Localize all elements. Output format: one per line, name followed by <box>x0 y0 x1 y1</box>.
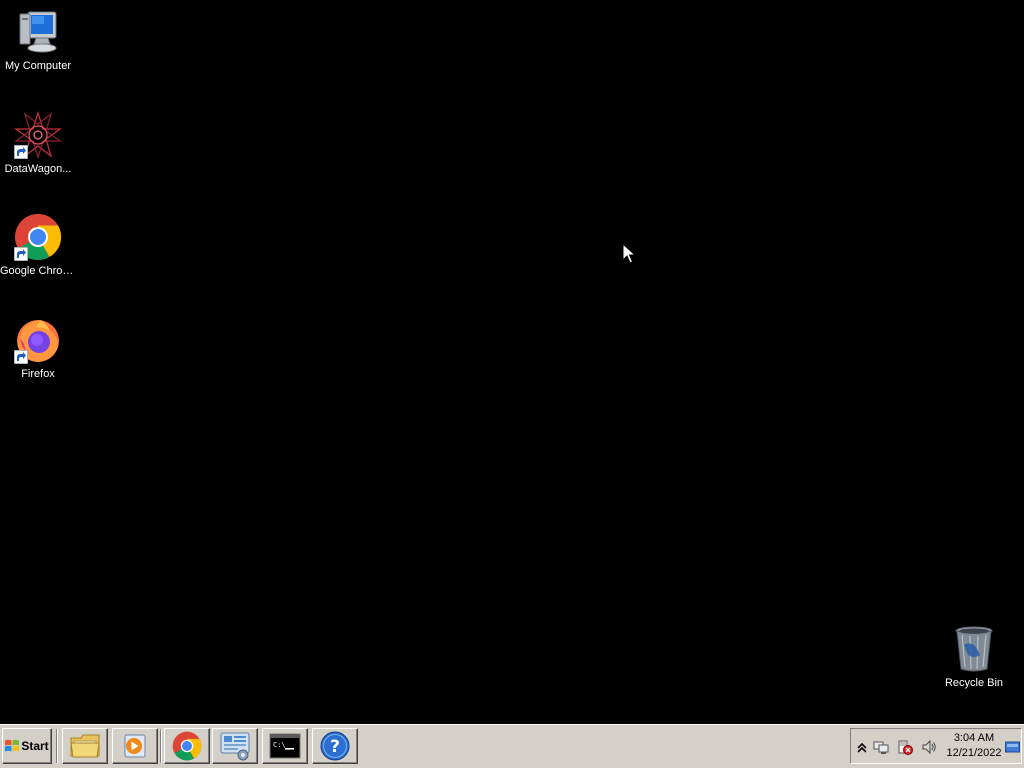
taskbar-button-help[interactable]: ? <box>312 728 358 764</box>
show-desktop-icon[interactable] <box>1005 739 1020 755</box>
taskbar-button-file-explorer[interactable] <box>62 728 108 764</box>
taskbar-separator <box>160 729 162 763</box>
chrome-icon <box>14 213 62 261</box>
taskbar-separator <box>56 729 58 763</box>
system-clock[interactable]: 3:04 AM 12/21/2022 <box>943 731 1005 761</box>
svg-text:?: ? <box>330 737 340 757</box>
start-label: Start <box>21 739 49 753</box>
desktop-icon-recycle-bin[interactable]: Recycle Bin <box>936 625 1012 690</box>
clock-date: 12/21/2022 <box>946 747 1002 759</box>
desktop-icon-my-computer[interactable]: My Computer <box>0 8 76 73</box>
desktop-icon-datawagon[interactable]: DataWagon... <box>0 110 76 176</box>
desktop-icon-label: DataWagon... <box>4 163 72 175</box>
taskbar-button-google-chrome[interactable] <box>164 728 210 764</box>
start-button[interactable]: Start <box>2 728 52 764</box>
shortcut-arrow-icon <box>14 145 28 159</box>
svg-text:C:\: C:\ <box>273 741 286 749</box>
media-player-icon <box>124 734 146 758</box>
desktop-icon-label: Firefox <box>21 368 55 380</box>
desktop-icon-firefox[interactable]: Firefox <box>0 316 76 381</box>
mouse-cursor-icon <box>622 243 636 264</box>
my-computer-icon <box>14 8 62 56</box>
help-icon: ? <box>320 731 350 761</box>
taskbar-button-server-manager[interactable] <box>212 728 258 764</box>
desktop-icon-label: Recycle Bin <box>944 677 1004 689</box>
command-prompt-icon: C:\ <box>269 733 301 759</box>
desktop-icon-label: Google Chrome <box>0 265 76 277</box>
action-center-icon[interactable] <box>897 739 913 755</box>
datawagon-icon <box>13 110 63 160</box>
recycle-bin-icon <box>950 625 998 673</box>
shortcut-arrow-icon <box>14 350 28 364</box>
taskbar-button-command-prompt[interactable]: C:\ <box>262 728 308 764</box>
show-hidden-icons-icon[interactable] <box>854 739 870 755</box>
server-manager-icon <box>220 732 250 761</box>
firefox-icon <box>14 316 62 364</box>
folder-icon <box>70 734 100 758</box>
taskbar: Start C:\ ? 3:04 AM 12/21/2022 <box>0 724 1024 768</box>
system-tray: 3:04 AM 12/21/2022 <box>850 728 1022 764</box>
desktop: My Computer DataWagon... Google Chrome F… <box>0 0 1024 724</box>
clock-time: 3:04 AM <box>953 732 995 744</box>
chrome-icon <box>172 731 202 761</box>
volume-icon[interactable] <box>921 739 937 755</box>
taskbar-button-media-player[interactable] <box>112 728 158 764</box>
windows-logo-icon <box>5 739 20 752</box>
shortcut-arrow-icon <box>14 247 28 261</box>
network-icon[interactable] <box>873 739 889 755</box>
desktop-icon-label: My Computer <box>4 60 72 72</box>
desktop-icon-google-chrome[interactable]: Google Chrome <box>0 213 76 278</box>
